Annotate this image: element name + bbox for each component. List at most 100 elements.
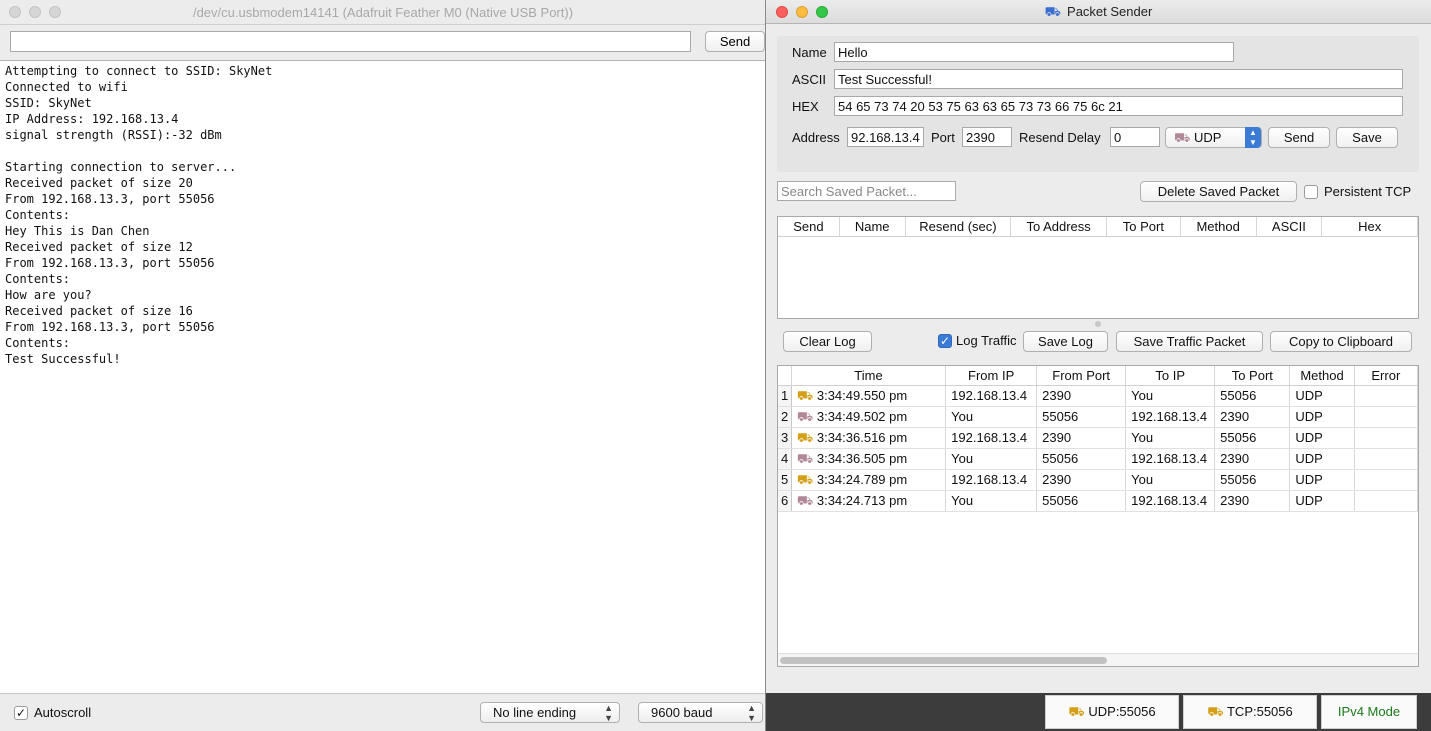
log-time-text: 3:34:24.713 pm — [816, 493, 908, 508]
table-row[interactable]: 2 ⛟ 3:34:49.502 pm You 55056 192.168.13.4 239… — [778, 407, 1418, 428]
log-to-port-cell: 2390 — [1215, 449, 1291, 469]
packet-editor-panel: Name Hello ASCII Test Successful! HEX 54… — [777, 36, 1419, 172]
log-to-ip-cell: You — [1126, 428, 1216, 448]
tcp-status-text: TCP:55056 — [1226, 704, 1293, 719]
log-column-header[interactable]: From Port — [1037, 366, 1127, 385]
saved-column-header[interactable]: Resend (sec) — [906, 217, 1012, 236]
clear-log-button[interactable]: Clear Log — [783, 331, 872, 352]
log-from-ip-cell: 192.168.13.4 — [946, 470, 1038, 490]
minimize-button[interactable] — [796, 6, 808, 18]
window-controls — [9, 6, 61, 18]
row-index: 1 — [778, 386, 792, 406]
packet-icon: ⛟ — [1207, 704, 1224, 719]
ipv4-mode-text: IPv4 Mode — [1337, 704, 1401, 719]
log-to-port-cell: 55056 — [1215, 470, 1291, 490]
saved-column-header[interactable]: Send — [778, 217, 840, 236]
log-error-cell — [1355, 491, 1418, 511]
autoscroll-check-icon[interactable]: ✓ — [14, 705, 28, 720]
traffic-log-table[interactable]: Time From IP From Port To IP To Port Method Er… — [777, 365, 1419, 667]
horizontal-scrollbar[interactable] — [778, 653, 1418, 666]
line-ending-select[interactable]: No line ending ▲ ▼ — [480, 702, 620, 723]
baud-select[interactable]: 9600 baud ▲ ▼ — [638, 702, 763, 723]
log-to-ip-cell: You — [1126, 386, 1216, 406]
log-traffic-check-icon[interactable]: ✓ — [938, 333, 952, 348]
table-row[interactable]: 1 ⛟ 3:34:49.550 pm 192.168.13.4 2390 You 5505… — [778, 386, 1418, 407]
saved-column-header[interactable]: ASCII — [1257, 217, 1323, 236]
log-from-port-cell: 2390 — [1037, 470, 1127, 490]
ascii-label: ASCII — [792, 72, 826, 87]
splitter-handle[interactable] — [1095, 321, 1101, 327]
log-to-ip-cell: 192.168.13.4 — [1126, 449, 1216, 469]
log-traffic-checkbox[interactable]: ✓ Log Traffic — [938, 333, 1016, 348]
log-column-header[interactable]: From IP — [946, 366, 1038, 385]
serial-send-button[interactable]: Send — [705, 31, 765, 52]
serial-monitor-window: /dev/cu.usbmodem14141 (Adafruit Feather … — [0, 0, 766, 731]
port-field[interactable]: 2390 — [962, 127, 1012, 147]
table-row[interactable]: 4 ⛟ 3:34:36.505 pm You 55056 192.168.13.4 239… — [778, 449, 1418, 470]
saved-column-header[interactable]: To Port — [1107, 217, 1181, 236]
log-time-text: 3:34:24.789 pm — [816, 472, 908, 487]
serial-output-line: Contents: — [5, 272, 71, 286]
persistent-tcp-checkbox[interactable]: Persistent TCP — [1304, 184, 1411, 199]
line-ending-value: No line ending — [493, 705, 577, 720]
port-label: Port — [931, 130, 955, 145]
hex-label: HEX — [792, 99, 819, 114]
save-log-button[interactable]: Save Log — [1023, 331, 1108, 352]
log-column-header[interactable]: To IP — [1126, 366, 1216, 385]
serial-titlebar: /dev/cu.usbmodem14141 (Adafruit Feather … — [0, 0, 766, 25]
log-to-ip-cell: 192.168.13.4 — [1126, 407, 1216, 427]
minimize-button[interactable] — [29, 6, 41, 18]
tcp-status-button[interactable]: ⛟ TCP:55056 — [1183, 695, 1317, 729]
saved-column-header[interactable]: Name — [840, 217, 906, 236]
hex-field[interactable]: 54 65 73 74 20 53 75 63 63 65 73 73 66 7… — [834, 96, 1403, 116]
persistent-tcp-check-icon[interactable] — [1304, 184, 1318, 199]
close-button[interactable] — [9, 6, 21, 18]
delete-saved-packet-button[interactable]: Delete Saved Packet — [1140, 181, 1297, 202]
name-field[interactable]: Hello — [834, 42, 1234, 62]
app-icon: ⛟ — [1044, 4, 1062, 19]
ipv4-mode-button[interactable]: IPv4 Mode — [1321, 695, 1417, 729]
table-row[interactable]: 3 ⛟ 3:34:36.516 pm 192.168.13.4 2390 You 5505… — [778, 428, 1418, 449]
row-index-header — [778, 366, 792, 385]
save-button[interactable]: Save — [1336, 127, 1398, 148]
serial-input-row: Send — [10, 31, 765, 53]
log-traffic-label: Log Traffic — [956, 333, 1017, 348]
zoom-button[interactable] — [816, 6, 828, 18]
saved-packets-table[interactable]: Send Name Resend (sec) To Address To Port Met… — [777, 216, 1419, 319]
table-row[interactable]: 5 ⛟ 3:34:24.789 pm 192.168.13.4 2390 You 5505… — [778, 470, 1418, 491]
address-field[interactable]: 92.168.13.4 — [847, 127, 924, 147]
log-from-port-cell: 55056 — [1037, 491, 1127, 511]
zoom-button[interactable] — [49, 6, 61, 18]
copy-to-clipboard-button[interactable]: Copy to Clipboard — [1270, 331, 1412, 352]
close-button[interactable] — [776, 6, 788, 18]
method-select[interactable]: ⛟ UDP ▲ ▼ — [1165, 127, 1262, 148]
log-to-port-cell: 2390 — [1215, 491, 1291, 511]
search-saved-input[interactable]: Search Saved Packet... — [777, 181, 956, 201]
save-traffic-packet-button[interactable]: Save Traffic Packet — [1116, 331, 1263, 352]
saved-column-header[interactable]: Hex — [1322, 217, 1419, 236]
send-button[interactable]: Send — [1268, 127, 1330, 148]
udp-status-button[interactable]: ⛟ UDP:55056 — [1045, 695, 1179, 729]
table-row[interactable]: 6 ⛟ 3:34:24.713 pm You 55056 192.168.13.4 239… — [778, 491, 1418, 512]
log-from-port-cell: 55056 — [1037, 449, 1127, 469]
serial-input[interactable] — [10, 31, 691, 52]
saved-column-header[interactable]: To Address — [1011, 217, 1107, 236]
log-column-header[interactable]: Error — [1355, 366, 1418, 385]
log-error-cell — [1355, 449, 1418, 469]
ascii-field[interactable]: Test Successful! — [834, 69, 1403, 89]
resend-delay-field[interactable]: 0 — [1110, 127, 1160, 147]
saved-column-header[interactable]: Method — [1181, 217, 1257, 236]
incoming-packet-icon: ⛟ — [796, 430, 817, 445]
log-method-cell: UDP — [1290, 428, 1355, 448]
log-column-header[interactable]: To Port — [1215, 366, 1291, 385]
autoscroll-checkbox[interactable]: ✓ Autoscroll — [14, 705, 91, 720]
log-column-header[interactable]: Time — [792, 366, 947, 385]
scrollbar-thumb[interactable] — [780, 657, 1107, 664]
serial-output[interactable]: Attempting to connect to SSID: SkyNet Con… — [0, 60, 766, 693]
log-column-header[interactable]: Method — [1290, 366, 1355, 385]
baud-value: 9600 baud — [651, 705, 713, 720]
status-bar: ⛟ UDP:55056 ⛟ TCP:55056 IPv4 Mode — [766, 693, 1431, 731]
window-controls — [776, 6, 828, 18]
serial-output-line: Received packet of size 12 — [5, 240, 193, 254]
serial-output-line: Received packet of size 16 — [5, 304, 193, 318]
